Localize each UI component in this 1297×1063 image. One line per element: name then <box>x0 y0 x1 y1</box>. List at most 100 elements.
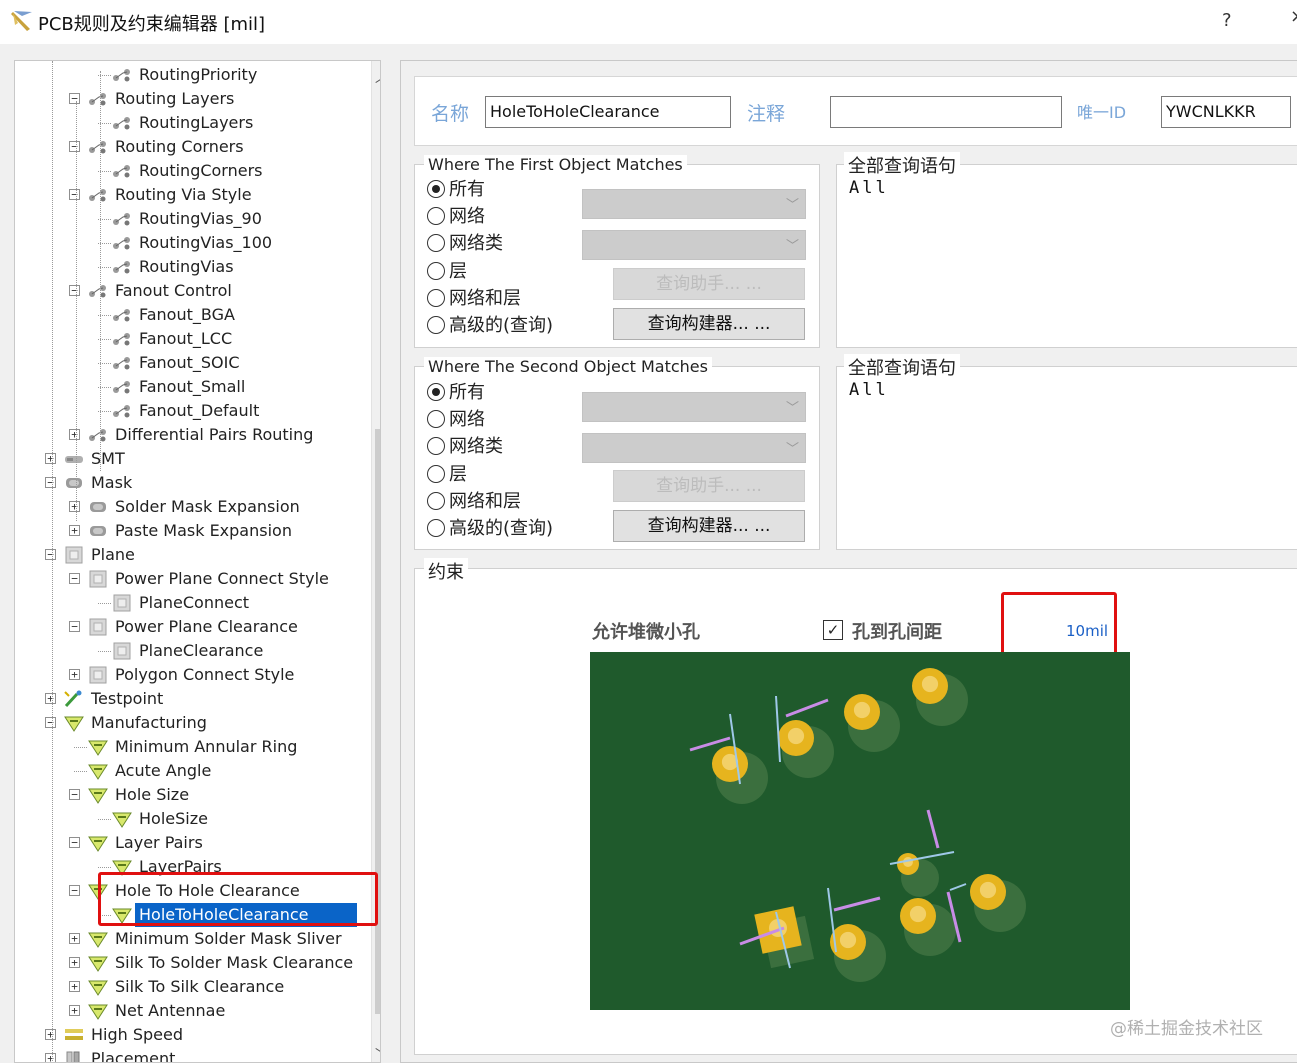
tree-item-smt[interactable]: + SMT <box>15 447 371 471</box>
first-match-option[interactable]: 高级的(查询) <box>427 313 553 339</box>
scroll-down-icon[interactable]: ﹀ <box>375 1045 380 1062</box>
radio-button[interactable] <box>427 180 445 198</box>
tree-item-fanout-control[interactable]: − Fanout Control <box>15 279 371 303</box>
help-button[interactable]: ? <box>1222 10 1232 31</box>
expand-icon[interactable]: + <box>69 1005 80 1016</box>
second-match-option[interactable]: 层 <box>427 462 467 488</box>
tree-item-routingcorners[interactable]: RoutingCorners <box>15 159 371 183</box>
expand-icon[interactable]: + <box>69 429 80 440</box>
collapse-icon[interactable]: − <box>69 141 80 152</box>
collapse-icon[interactable]: − <box>69 837 80 848</box>
collapse-icon[interactable]: − <box>69 573 80 584</box>
radio-button[interactable] <box>427 465 445 483</box>
tree-item-fanout-lcc[interactable]: Fanout_LCC <box>15 327 371 351</box>
tree-item-polygon-connect-style[interactable]: + Polygon Connect Style <box>15 663 371 687</box>
tree-item-hole-size[interactable]: − Hole Size <box>15 783 371 807</box>
first-net-combo[interactable]: ﹀ <box>582 189 806 219</box>
collapse-icon[interactable]: − <box>45 477 56 488</box>
expand-icon[interactable]: + <box>45 693 56 704</box>
first-netclass-combo[interactable]: ﹀ <box>582 230 806 260</box>
second-match-option[interactable]: 所有 <box>427 380 485 406</box>
name-field[interactable]: HoleToHoleClearance <box>485 96 731 128</box>
tree-item-planeclearance[interactable]: PlaneClearance <box>15 639 371 663</box>
hole-clearance-checkbox[interactable]: ✓ <box>823 620 843 640</box>
tree-item-paste-mask-expansion[interactable]: + Paste Mask Expansion <box>15 519 371 543</box>
expand-icon[interactable]: + <box>69 669 80 680</box>
second-match-option[interactable]: 网络类 <box>427 434 503 460</box>
first-match-option[interactable]: 网络和层 <box>427 286 521 312</box>
collapse-icon[interactable]: − <box>69 189 80 200</box>
scroll-thumb[interactable] <box>375 429 380 1014</box>
expand-icon[interactable]: + <box>69 933 80 944</box>
tree-item-differential-pairs-routing[interactable]: + Differential Pairs Routing <box>15 423 371 447</box>
first-match-option[interactable]: 层 <box>427 259 467 285</box>
tree-item-routingvias-90[interactable]: RoutingVias_90 <box>15 207 371 231</box>
radio-button[interactable] <box>427 437 445 455</box>
tree-item-routingvias-100[interactable]: RoutingVias_100 <box>15 231 371 255</box>
expand-icon[interactable]: + <box>69 525 80 536</box>
radio-button[interactable] <box>427 492 445 510</box>
tree-item-routinglayers[interactable]: RoutingLayers <box>15 111 371 135</box>
collapse-icon[interactable]: − <box>69 885 80 896</box>
tree-item-layer-pairs[interactable]: − Layer Pairs <box>15 831 371 855</box>
second-net-combo[interactable]: ﹀ <box>582 392 806 422</box>
second-match-option[interactable]: 网络 <box>427 407 485 433</box>
collapse-icon[interactable]: − <box>69 285 80 296</box>
expand-icon[interactable]: + <box>45 1053 56 1062</box>
tree-item-power-plane-connect-style[interactable]: − Power Plane Connect Style <box>15 567 371 591</box>
unique-id-field[interactable]: YWCNLKKR <box>1161 96 1291 128</box>
tree-item-minimum-solder-mask-sliver[interactable]: + Minimum Solder Mask Sliver <box>15 927 371 951</box>
tree-item-power-plane-clearance[interactable]: − Power Plane Clearance <box>15 615 371 639</box>
tree-item-solder-mask-expansion[interactable]: + Solder Mask Expansion <box>15 495 371 519</box>
tree-item-silk-to-solder-mask-clearance[interactable]: + Silk To Solder Mask Clearance <box>15 951 371 975</box>
first-query-helper-button[interactable]: 查询助手... ... <box>613 268 805 300</box>
tree-item-fanout-small[interactable]: Fanout_Small <box>15 375 371 399</box>
expand-icon[interactable]: + <box>69 957 80 968</box>
tree-item-minimum-annular-ring[interactable]: Minimum Annular Ring <box>15 735 371 759</box>
radio-button[interactable] <box>427 410 445 428</box>
second-query-builder-button[interactable]: 查询构建器... ... <box>613 510 805 542</box>
radio-button[interactable] <box>427 262 445 280</box>
first-match-option[interactable]: 所有 <box>427 177 485 203</box>
tree-item-routingpriority[interactable]: RoutingPriority <box>15 63 371 87</box>
collapse-icon[interactable]: − <box>69 93 80 104</box>
close-button[interactable]: × <box>1290 6 1297 27</box>
tree-item-plane[interactable]: − Plane <box>15 543 371 567</box>
second-match-option[interactable]: 网络和层 <box>427 489 521 515</box>
tree-item-fanout-soic[interactable]: Fanout_SOIC <box>15 351 371 375</box>
expand-icon[interactable]: + <box>69 981 80 992</box>
expand-icon[interactable]: + <box>45 453 56 464</box>
tree-item-net-antennae[interactable]: + Net Antennae <box>15 999 371 1023</box>
collapse-icon[interactable]: − <box>45 717 56 728</box>
scroll-up-icon[interactable]: ︿ <box>375 67 380 87</box>
radio-button[interactable] <box>427 207 445 225</box>
tree-item-acute-angle[interactable]: Acute Angle <box>15 759 371 783</box>
tree-item-holesize[interactable]: HoleSize <box>15 807 371 831</box>
first-match-option[interactable]: 网络类 <box>427 231 503 257</box>
first-query-builder-button[interactable]: 查询构建器... ... <box>613 308 805 340</box>
tree-item-routing-corners[interactable]: − Routing Corners <box>15 135 371 159</box>
collapse-icon[interactable]: − <box>45 549 56 560</box>
radio-button[interactable] <box>427 519 445 537</box>
second-query-helper-button[interactable]: 查询助手... ... <box>613 470 805 502</box>
tree-item-manufacturing[interactable]: − Manufacturing <box>15 711 371 735</box>
second-match-option[interactable]: 高级的(查询) <box>427 516 553 542</box>
radio-button[interactable] <box>427 289 445 307</box>
tree-item-planeconnect[interactable]: PlaneConnect <box>15 591 371 615</box>
tree-item-fanout-default[interactable]: Fanout_Default <box>15 399 371 423</box>
radio-button[interactable] <box>427 383 445 401</box>
tree-item-routing-layers[interactable]: − Routing Layers <box>15 87 371 111</box>
tree-item-mask[interactable]: − Mask <box>15 471 371 495</box>
tree-item-routingvias[interactable]: RoutingVias <box>15 255 371 279</box>
second-netclass-combo[interactable]: ﹀ <box>582 433 806 463</box>
radio-button[interactable] <box>427 316 445 334</box>
expand-icon[interactable]: + <box>45 1029 56 1040</box>
tree-item-high-speed[interactable]: + High Speed <box>15 1023 371 1047</box>
first-match-option[interactable]: 网络 <box>427 204 485 230</box>
tree-item-routing-via-style[interactable]: − Routing Via Style <box>15 183 371 207</box>
comment-field[interactable] <box>830 96 1062 128</box>
tree-item-testpoint[interactable]: + Testpoint <box>15 687 371 711</box>
collapse-icon[interactable]: − <box>69 621 80 632</box>
collapse-icon[interactable]: − <box>69 789 80 800</box>
expand-icon[interactable]: + <box>69 501 80 512</box>
